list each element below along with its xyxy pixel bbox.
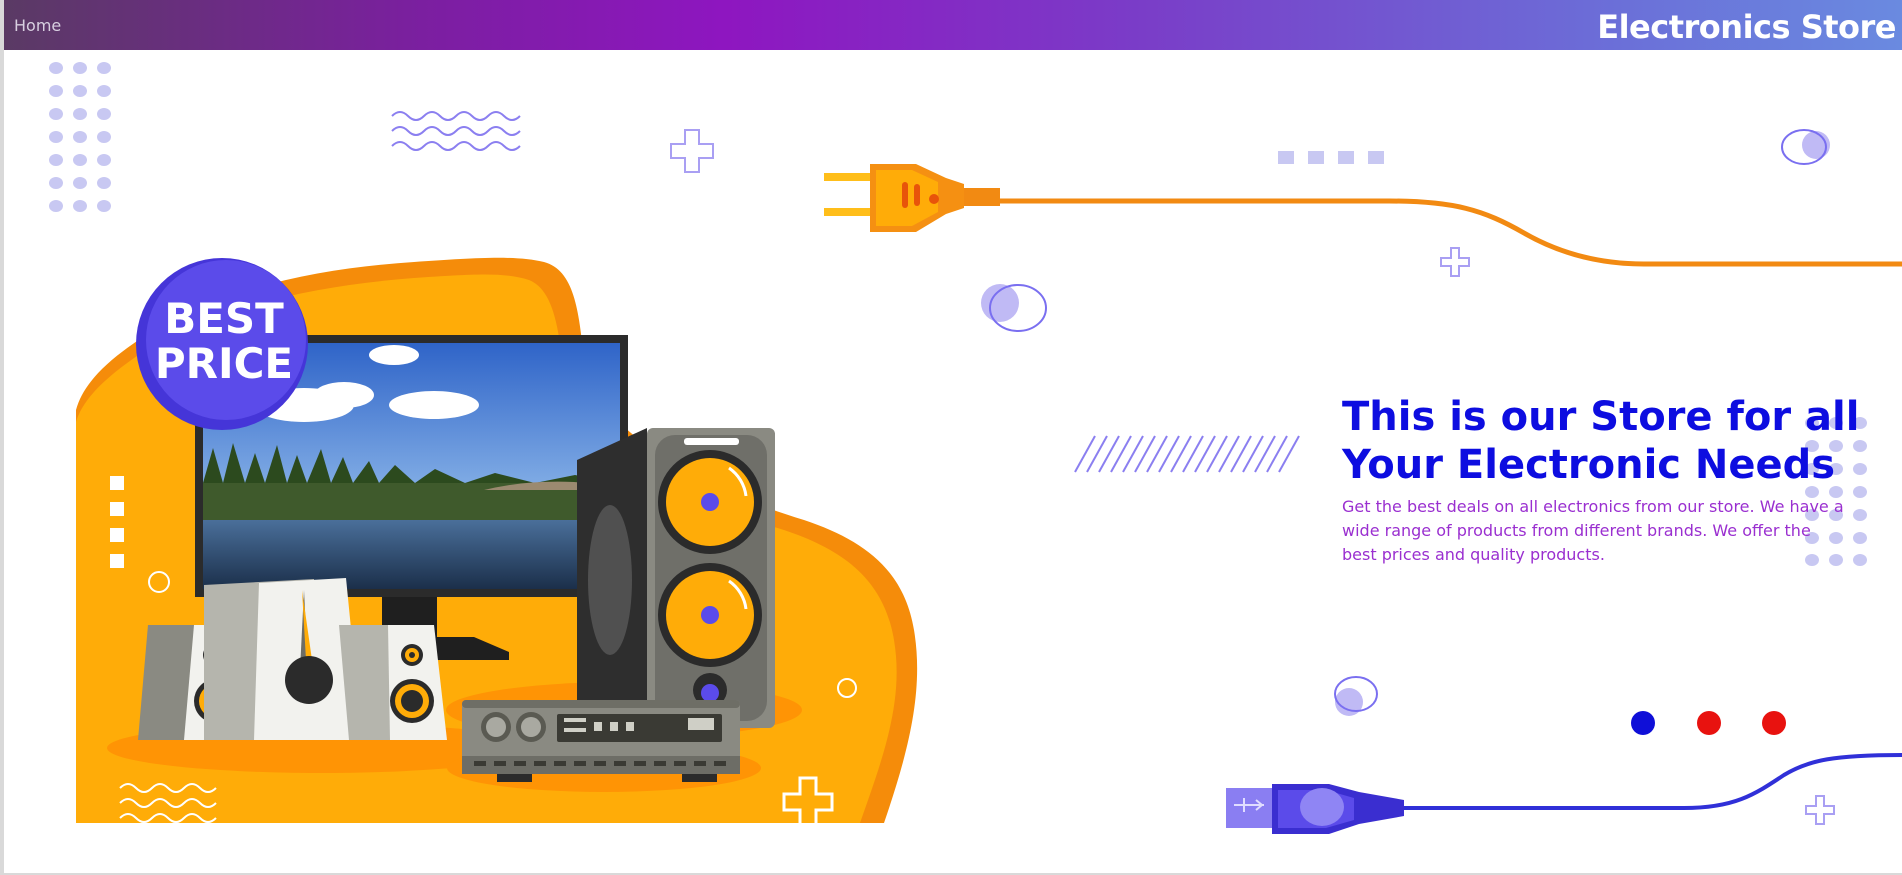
nav-home-link[interactable]: Home: [14, 16, 61, 35]
slider-dot-2[interactable]: [1697, 711, 1721, 735]
hero-headline: This is our Store for all Your Electroni…: [1342, 393, 1862, 489]
speaker-tower: [577, 428, 775, 728]
headline-line-1: This is our Store for all: [1342, 394, 1860, 440]
usb-plug-icon: [1226, 753, 1902, 834]
navbar: Home Electronics Store: [4, 0, 1902, 50]
slider-dot-1[interactable]: [1631, 711, 1655, 735]
dot-grid-icon: [49, 62, 111, 212]
plus-icon: [1440, 247, 1470, 277]
badge-line-2: PRICE: [155, 339, 293, 388]
hero-banner: BEST PRICE This is our Store for all You…: [4, 50, 1902, 873]
brand-title: Electronics Store: [1597, 8, 1896, 46]
plus-icon: [1805, 795, 1835, 825]
amplifier: [462, 700, 740, 782]
wave-icon: [391, 111, 521, 151]
plus-icon: [670, 129, 714, 173]
power-plug-icon: [824, 164, 1902, 267]
slider-dot-3[interactable]: [1762, 711, 1786, 735]
stripe-pattern: [1074, 435, 1300, 473]
badge-line-1: BEST: [164, 294, 284, 343]
hero-description: Get the best deals on all electronics fr…: [1342, 497, 1844, 564]
page-frame: Home Electronics Store BEST PRICE This i…: [4, 0, 1902, 873]
headline-line-2: Your Electronic Needs: [1342, 442, 1836, 488]
dot-grid-icon: [1278, 151, 1384, 164]
